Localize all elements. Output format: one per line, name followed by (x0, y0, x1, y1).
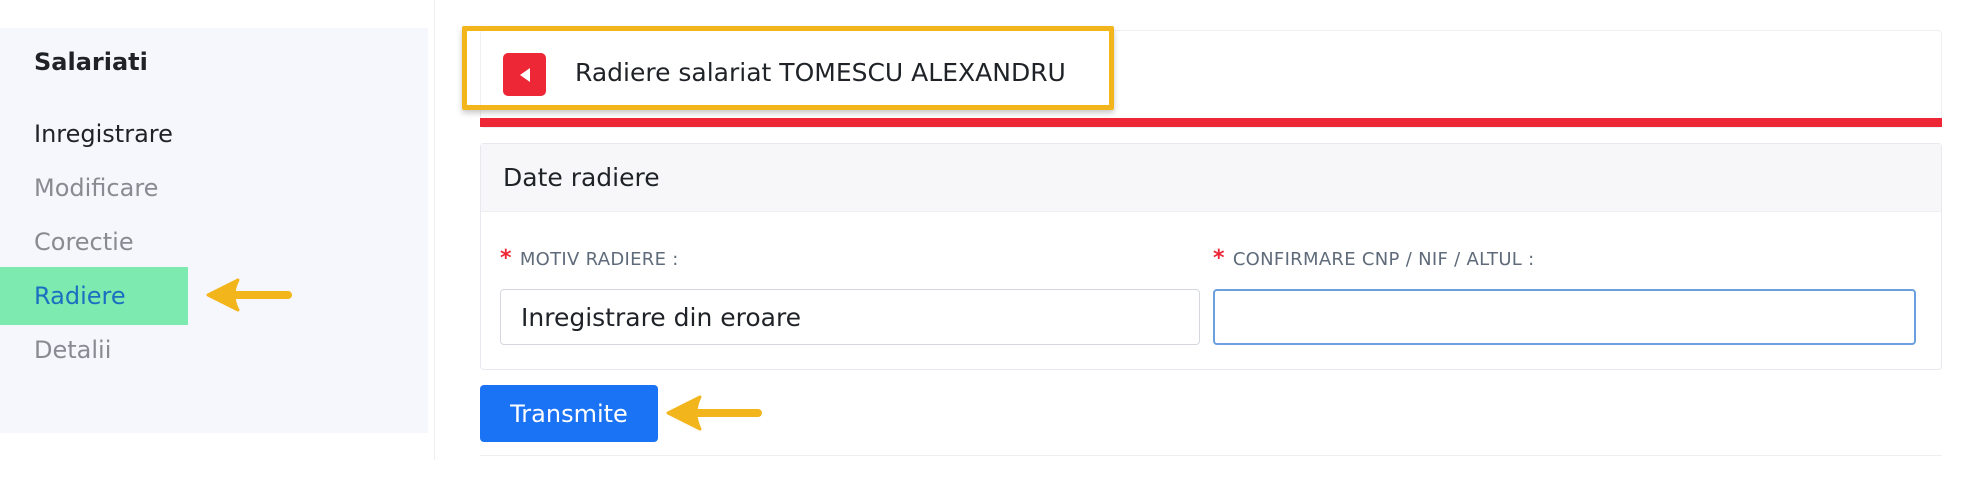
back-button[interactable] (503, 53, 546, 96)
sidebar-item-inregistrare[interactable]: Inregistrare (0, 105, 188, 163)
sidebar-item-detalii[interactable]: Detalii (0, 321, 188, 379)
required-mark: * (1213, 246, 1225, 271)
field-label-text: CONFIRMARE CNP / NIF / ALTUL : (1232, 249, 1535, 270)
arrow-left-icon (666, 395, 762, 431)
sidebar: Salariati Inregistrare Modificare Corect… (0, 28, 428, 433)
sidebar-item-label: Modificare (34, 174, 159, 202)
sidebar-item-label: Inregistrare (34, 120, 173, 148)
column-divider (434, 0, 435, 460)
page-title: Radiere salariat TOMESCU ALEXANDRU (575, 58, 1066, 87)
sidebar-item-modificare[interactable]: Modificare (0, 159, 188, 217)
required-mark: * (500, 246, 512, 271)
sidebar-item-label: Corectie (34, 228, 134, 256)
sidebar-item-label: Detalii (34, 336, 112, 364)
sidebar-item-corectie[interactable]: Corectie (0, 213, 188, 271)
field-label-text: MOTIV RADIERE : (519, 249, 679, 270)
footer-divider (480, 455, 1942, 456)
section-title: Date radiere (481, 144, 1941, 212)
sidebar-item-radiere[interactable]: Radiere (0, 267, 188, 325)
caret-left-icon (519, 67, 530, 82)
submit-button[interactable]: Transmite (480, 385, 658, 442)
sidebar-item-label: Radiere (34, 282, 126, 310)
confirmare-cnp-field[interactable] (1213, 289, 1916, 345)
sidebar-heading: Salariati (34, 48, 148, 76)
field-label-motiv: * MOTIV RADIERE : (500, 246, 679, 271)
title-underline (480, 118, 1942, 127)
motiv-radiere-field[interactable] (500, 289, 1200, 345)
arrow-left-icon (206, 278, 292, 312)
field-label-confirmare: * CONFIRMARE CNP / NIF / ALTUL : (1213, 246, 1535, 271)
page: Salariati Inregistrare Modificare Corect… (0, 0, 1964, 494)
